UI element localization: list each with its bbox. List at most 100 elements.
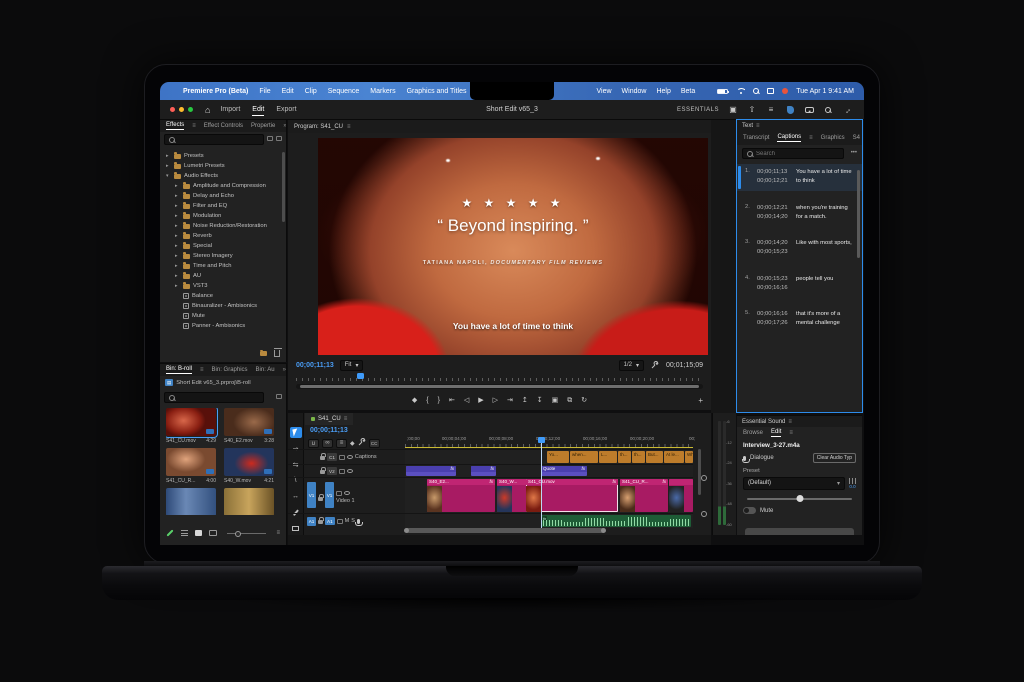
wrench-icon[interactable] bbox=[358, 438, 366, 448]
effects-tree-item[interactable]: ▸Time and Pitch bbox=[160, 261, 281, 271]
program-monitor-title[interactable]: Program: S41_CU bbox=[294, 124, 343, 130]
caption-clip[interactable]: At le... bbox=[664, 451, 684, 463]
clip-thumbnail[interactable] bbox=[224, 488, 274, 515]
effects-tree-item[interactable]: ▸Amplitude and Compression bbox=[160, 181, 281, 191]
track-visibility-icon[interactable] bbox=[344, 491, 350, 495]
thumbnail-view-icon[interactable] bbox=[195, 530, 202, 536]
effects-tree-item[interactable]: ▸Reverb bbox=[160, 231, 281, 241]
audio-meters-panel[interactable]: -6-12-24-36-48-60 bbox=[712, 413, 736, 535]
monitor-settings-wrench-icon[interactable] bbox=[650, 360, 660, 370]
mark-in-button[interactable]: { bbox=[426, 397, 428, 404]
tab-overflow-icon[interactable]: » bbox=[283, 367, 286, 373]
text-panel-title[interactable]: Text bbox=[742, 123, 753, 129]
captions-search-input[interactable] bbox=[756, 151, 839, 157]
captions-target[interactable]: C1 bbox=[327, 453, 337, 461]
video-clip[interactable]: S41_CU.movfx bbox=[526, 479, 618, 512]
effects-tree-item[interactable]: ▸Filter and EQ bbox=[160, 201, 281, 211]
effects-tree-item[interactable]: ▸Modulation bbox=[160, 211, 281, 221]
control-center-icon[interactable] bbox=[767, 88, 774, 94]
panel-menu-icon[interactable]: ≡ bbox=[192, 123, 196, 129]
track-height-knob[interactable] bbox=[701, 475, 707, 481]
panel-menu-icon[interactable]: ≡ bbox=[347, 124, 351, 130]
caption-entry[interactable]: 5.00;00;16;1600;00;17;26that it's more o… bbox=[737, 306, 862, 333]
monitor-time-ruler[interactable] bbox=[296, 374, 703, 381]
v2-target[interactable]: V2 bbox=[327, 467, 337, 475]
menu-help[interactable]: Help bbox=[656, 88, 670, 95]
effects-tree-item[interactable]: Mute bbox=[160, 311, 281, 321]
program-video[interactable]: ★ ★ ★ ★ ★ “ Beyond inspiring. ” TATIANA … bbox=[318, 138, 708, 355]
mute-toggle[interactable] bbox=[743, 507, 756, 514]
wifi-icon[interactable] bbox=[736, 88, 745, 95]
effects-tree-item[interactable]: ▸Noise Reduction/Restoration bbox=[160, 221, 281, 231]
tab-propertie[interactable]: Propertie bbox=[251, 123, 275, 129]
menu-view[interactable]: View bbox=[597, 88, 612, 95]
clip-gain-icon[interactable]: 0.0 bbox=[849, 478, 856, 489]
extract-button[interactable]: ↧ bbox=[537, 397, 543, 404]
effects-tree-item[interactable]: ▸Special bbox=[160, 241, 281, 251]
caption-entry[interactable]: 3.00;00;14;2000;00;15;23Like with most s… bbox=[737, 235, 862, 262]
workspace-icon[interactable]: ▣ bbox=[728, 105, 738, 115]
bin-search[interactable] bbox=[164, 392, 264, 403]
caption-clip[interactable]: But... bbox=[646, 451, 663, 463]
effects-tree-item[interactable]: Binauralizer - Ambisonics bbox=[160, 301, 281, 311]
freeform-view-icon[interactable] bbox=[209, 530, 217, 536]
bin-clip-item[interactable]: S41_CU.mov4:29 bbox=[166, 408, 216, 444]
monitor-playhead[interactable] bbox=[357, 373, 364, 379]
caption-clip[interactable]: when... bbox=[570, 451, 598, 463]
home-icon[interactable]: ⌂ bbox=[205, 105, 210, 115]
menu-file[interactable]: File bbox=[259, 88, 270, 95]
tab-s4[interactable]: S4 bbox=[853, 135, 860, 141]
effects-tree-item[interactable]: ▾Audio Effects bbox=[160, 171, 281, 181]
selection-tool[interactable] bbox=[290, 427, 302, 438]
effects-tree-item[interactable]: ▸Lumetri Presets bbox=[160, 161, 281, 171]
essential-sound-title[interactable]: Essential Sound bbox=[742, 419, 785, 425]
caption-entry[interactable]: 4.00;00;15;2300;00;16;16people tell you bbox=[737, 271, 862, 298]
tab-effect-controls[interactable]: Effect Controls bbox=[204, 123, 243, 129]
expander-icon[interactable]: ▸ bbox=[175, 183, 180, 189]
adjustment-pen-icon[interactable] bbox=[166, 529, 173, 536]
graphics-clip[interactable]: fx bbox=[471, 466, 496, 476]
track-visibility-icon[interactable] bbox=[347, 469, 353, 473]
expander-icon[interactable]: ▸ bbox=[175, 213, 180, 219]
status-dot-icon[interactable] bbox=[782, 88, 788, 94]
effects-tree-item[interactable]: ▸Presets bbox=[160, 151, 281, 161]
effects-tree-item[interactable]: ▸Delay and Echo bbox=[160, 191, 281, 201]
menu-sequence[interactable]: Sequence bbox=[328, 88, 360, 95]
marker-icon[interactable]: ◆ bbox=[350, 440, 355, 447]
menu-markers[interactable]: Markers bbox=[370, 88, 395, 95]
caption-clip[interactable]: L... bbox=[599, 451, 617, 463]
expander-icon[interactable]: ▸ bbox=[175, 253, 180, 259]
video-clip[interactable] bbox=[669, 479, 693, 512]
new-bin-icon[interactable] bbox=[260, 351, 267, 356]
sort-menu-icon[interactable]: ≡ bbox=[276, 530, 280, 536]
effects-search[interactable] bbox=[164, 134, 264, 145]
fullscreen-icon[interactable]: ↔ bbox=[840, 102, 854, 116]
captions-visibility-icon[interactable]: CC bbox=[369, 439, 380, 448]
tab-bin-graphics[interactable]: Bin: Graphics bbox=[212, 367, 248, 373]
thumbnail-zoom-slider[interactable] bbox=[227, 533, 266, 534]
collapsed-section-bar[interactable] bbox=[745, 528, 854, 535]
expander-icon[interactable]: ▸ bbox=[175, 223, 180, 229]
go-to-in-button[interactable]: ⇤ bbox=[449, 397, 455, 404]
export-frame-button[interactable]: ▣ bbox=[552, 397, 559, 404]
sync-lock-icon[interactable] bbox=[339, 469, 345, 474]
voiceover-record-icon[interactable] bbox=[357, 519, 360, 524]
a1-target[interactable]: A1 bbox=[325, 517, 335, 525]
go-to-out-button[interactable]: ⇥ bbox=[507, 397, 513, 404]
effects-tree-item[interactable]: Panner - Ambisonics bbox=[160, 321, 281, 331]
tab-edit[interactable]: Edit bbox=[771, 429, 781, 437]
menubar-clock[interactable]: Tue Apr 1 9:41 AM bbox=[796, 88, 854, 95]
clip-thumbnail[interactable] bbox=[224, 448, 274, 476]
preset-dropdown[interactable]: (Default)▾ bbox=[743, 477, 845, 490]
expander-icon[interactable]: ▸ bbox=[166, 153, 171, 159]
tab-overflow-icon[interactable]: » bbox=[283, 123, 286, 129]
caption-entry[interactable]: 1.00;00;11;1300;00;12;21You have a lot o… bbox=[737, 164, 862, 191]
quick-export-icon[interactable]: ⇧ bbox=[747, 105, 757, 115]
list-view-icon[interactable] bbox=[181, 530, 188, 536]
clip-thumbnail[interactable] bbox=[224, 408, 274, 436]
tab-transcript[interactable]: Transcript bbox=[743, 135, 769, 141]
expander-icon[interactable]: ▸ bbox=[175, 263, 180, 269]
captions-menu-icon[interactable]: ••• bbox=[851, 150, 857, 156]
workspace-label[interactable]: ESSENTIALS bbox=[677, 107, 719, 113]
add-marker-button[interactable]: ◆ bbox=[412, 397, 417, 404]
